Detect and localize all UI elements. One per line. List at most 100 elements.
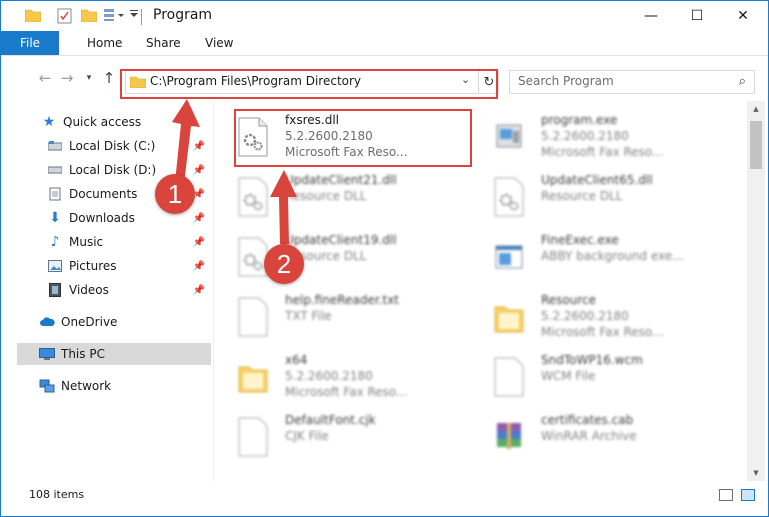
file-name: Resource [541, 293, 597, 307]
file-item-sndtowp16-wcm[interactable]: SndToWP16.wcm WCM File [477, 349, 717, 405]
file-type: WinRAR Archive [541, 429, 637, 443]
sidebar-item-label: Pictures [69, 259, 117, 273]
file-type: WCM File [541, 369, 596, 383]
sidebar-item-label: Network [61, 379, 112, 393]
vertical-scrollbar[interactable]: ▲ ▼ [747, 101, 765, 481]
file-highlight-box [234, 109, 472, 167]
customize-toolbar-icon[interactable] [103, 8, 125, 22]
minimize-icon: — [644, 8, 658, 24]
exe-window-icon [495, 245, 523, 269]
folder-icon [494, 306, 524, 333]
tab-file[interactable]: File [1, 31, 59, 55]
file-name: UpdateClient19.dll [285, 233, 397, 247]
properties-icon[interactable] [57, 8, 73, 24]
folder-icon[interactable] [25, 8, 41, 22]
forward-arrow-icon: → [60, 69, 74, 87]
file-item-updateclient21-dll[interactable]: UpdateClient21.dll Resource DLL [221, 169, 461, 225]
sidebar-item-label: Downloads [69, 211, 135, 225]
up-button[interactable]: ↑ [99, 69, 119, 87]
exe-icon [496, 124, 522, 148]
search-input[interactable]: Search Program [518, 74, 614, 88]
sidebar-item-pictures[interactable]: Pictures 📌 [47, 255, 211, 277]
step-badge-2: 2 [264, 244, 304, 284]
winrar-icon [497, 423, 521, 449]
sidebar-item-onedrive[interactable]: OneDrive [39, 311, 211, 333]
pin-icon[interactable]: 📌 [193, 261, 205, 272]
pin-icon[interactable]: 📌 [193, 141, 205, 152]
pin-icon[interactable]: 📌 [193, 165, 205, 176]
search-box[interactable]: Search Program ⌕ [509, 70, 755, 94]
sidebar-item-label: Music [69, 235, 104, 249]
maximize-button[interactable]: ☐ [674, 1, 720, 31]
item-count: 108 items [29, 488, 85, 501]
tab-view[interactable]: View [205, 31, 233, 55]
documents-icon [47, 186, 63, 202]
blank-file-icon [238, 417, 268, 457]
file-name: program.exe [541, 113, 618, 127]
details-view-icon[interactable] [719, 489, 733, 501]
title-separator [141, 9, 142, 25]
file-name: SndToWP16.wcm [541, 353, 643, 367]
file-type: Resource DLL [285, 189, 367, 203]
dll-gear-icon [238, 177, 268, 217]
file-description: Microsoft Fax Reso... [541, 145, 664, 159]
scroll-down-icon[interactable]: ▼ [747, 465, 765, 481]
forward-button[interactable]: → [57, 69, 77, 87]
recent-locations-button[interactable]: ▾ [79, 69, 99, 87]
file-version: 5.2.2600.2180 [541, 129, 629, 143]
text-file-icon [238, 297, 268, 337]
sidebar-item-local-disk-c[interactable]: Local Disk (C:) 📌 [47, 135, 211, 157]
sidebar-item-videos[interactable]: Videos 📌 [47, 279, 211, 301]
sidebar-item-this-pc[interactable]: This PC [17, 343, 211, 365]
quick-access-dropdown-icon[interactable] [129, 8, 139, 18]
file-item-updateclient65-dll[interactable]: UpdateClient65.dll Resource DLL [477, 169, 717, 225]
pin-icon[interactable]: 📌 [193, 213, 205, 224]
sidebar-item-label: Quick access [63, 115, 142, 129]
network-icon [39, 378, 55, 394]
file-description: Microsoft Fax Reso... [541, 325, 664, 339]
address-highlight-box [120, 69, 498, 99]
sidebar-item-label: Local Disk (C:) [69, 139, 156, 153]
tab-share[interactable]: Share [146, 31, 181, 55]
file-item-certificates-cab[interactable]: certificates.cab WinRAR Archive [477, 409, 717, 465]
file-item-help-finereader-txt[interactable]: help.fineReader.txt TXT File [221, 289, 461, 345]
file-item-program-exe[interactable]: program.exe 5.2.2600.2180 Microsoft Fax … [477, 109, 717, 165]
step-badge-1: 1 [155, 174, 195, 214]
cloud-icon [39, 314, 55, 330]
minimize-button[interactable]: — [628, 1, 674, 31]
close-icon: ✕ [737, 8, 749, 24]
file-type: TXT File [285, 309, 332, 323]
file-item-defaultfont-cjk[interactable]: DefaultFont.cjk CJK File [221, 409, 461, 465]
tab-home[interactable]: Home [87, 31, 122, 55]
file-name: x64 [285, 353, 308, 367]
back-button[interactable]: ← [35, 69, 55, 87]
drive-icon [47, 138, 63, 154]
sidebar-item-network[interactable]: Network [39, 375, 211, 397]
file-item-updateclient19-dll[interactable]: UpdateClient19.dll Resource DLL [221, 229, 461, 285]
search-icon[interactable]: ⌕ [739, 74, 746, 89]
download-arrow-icon: ⬇ [49, 210, 61, 226]
file-item-fineexec-exe[interactable]: FineExec.exe ABBY background exe... [477, 229, 717, 285]
chevron-down-icon: ▾ [86, 73, 92, 83]
sidebar-item-quick-access[interactable]: ★ Quick access [41, 111, 211, 133]
pictures-icon [47, 258, 63, 274]
new-folder-icon[interactable] [81, 8, 97, 22]
sidebar-item-music[interactable]: ♪ Music 📌 [47, 231, 211, 253]
scroll-up-icon[interactable]: ▲ [747, 101, 765, 117]
close-button[interactable]: ✕ [720, 1, 766, 31]
file-name: UpdateClient21.dll [285, 173, 397, 187]
pin-icon[interactable]: 📌 [193, 237, 205, 248]
pin-icon[interactable]: 📌 [193, 285, 205, 296]
file-type: CJK File [285, 429, 329, 443]
large-icons-view-icon[interactable] [741, 489, 755, 501]
back-arrow-icon: ← [38, 69, 52, 87]
maximize-icon: ☐ [690, 8, 704, 24]
star-icon: ★ [42, 114, 56, 130]
sidebar-item-label: Videos [69, 283, 109, 297]
window-title: Program [153, 7, 213, 23]
scrollbar-thumb[interactable] [750, 121, 762, 169]
sidebar-item-label: OneDrive [61, 315, 118, 329]
file-item-x64-folder[interactable]: x64 5.2.2600.2180 Microsoft Fax Reso... [221, 349, 461, 405]
file-item-resource-folder[interactable]: Resource 5.2.2600.2180 Microsoft Fax Res… [477, 289, 717, 345]
file-type: Resource DLL [541, 189, 623, 203]
